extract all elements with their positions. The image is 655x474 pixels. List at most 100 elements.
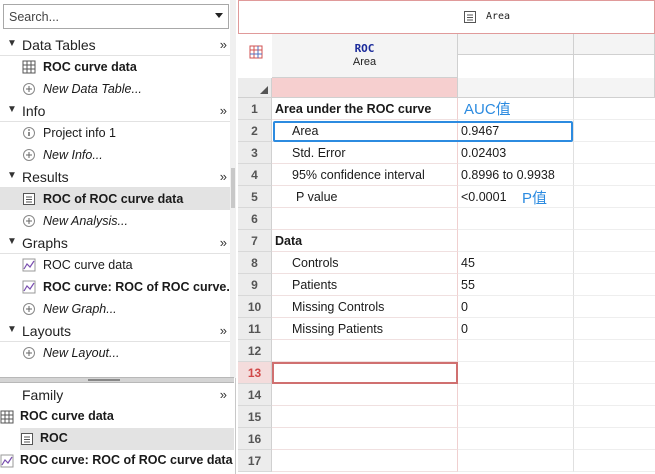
row-number[interactable]: 9 [238,274,272,296]
search-input[interactable] [4,5,204,28]
cell-value[interactable]: 0.02403 [458,142,574,164]
row-number[interactable]: 12 [238,340,272,362]
cell-value[interactable] [458,384,574,406]
nav-item-graph-roc-curve[interactable]: ROC curve: ROC of ROC curve... [0,276,237,298]
nav-item-graph-roc-curve-data[interactable]: ROC curve data [0,254,230,276]
cell-empty[interactable] [574,164,655,186]
cell-value[interactable]: 0 [458,318,574,340]
cell-label[interactable] [272,208,458,230]
nav-item-new-layout[interactable]: New Layout... [0,342,230,364]
row-number[interactable]: 6 [238,208,272,230]
row-number[interactable]: 7 [238,230,272,252]
search-box[interactable] [3,4,229,29]
cell-label[interactable]: Controls [272,252,458,274]
column-subheader-selected[interactable] [272,78,458,98]
cell-label[interactable] [272,384,458,406]
expand-more-icon[interactable]: » [220,169,227,184]
section-header-results[interactable]: ▼ Results » [0,166,230,188]
row-number[interactable]: 1 [238,98,272,120]
row-number[interactable]: 5 [238,186,272,208]
row-number[interactable]: 8 [238,252,272,274]
cell-value[interactable] [458,450,574,472]
column-subheader[interactable] [574,78,655,98]
collapse-triangle-icon[interactable]: ▼ [7,236,17,247]
column-header-roc[interactable]: ROC Area [272,34,458,78]
collapse-triangle-icon[interactable]: ▼ [7,170,17,181]
collapse-triangle-icon[interactable]: ▼ [7,324,17,335]
cell-empty[interactable] [574,186,655,208]
cell-value[interactable] [458,230,574,252]
row-number[interactable]: 4 [238,164,272,186]
nav-item-new-data-table[interactable]: New Data Table... [0,78,230,100]
cell-empty[interactable] [574,428,655,450]
nav-item-new-info[interactable]: New Info... [0,144,230,166]
panel-splitter[interactable] [0,377,234,383]
cell-value[interactable] [458,362,574,384]
expand-more-icon[interactable]: » [220,387,227,402]
cell-value[interactable] [458,340,574,362]
section-header-data-tables[interactable]: ▼ Data Tables » [0,34,230,56]
cell-empty[interactable] [574,208,655,230]
row-number[interactable]: 14 [238,384,272,406]
cell-value[interactable]: 45 [458,252,574,274]
cell-empty[interactable] [574,340,655,362]
cell-label[interactable]: Std. Error [272,142,458,164]
row-number[interactable]: 10 [238,296,272,318]
cell-label[interactable]: P value [272,186,458,208]
scrollbar-thumb[interactable] [231,168,235,208]
sheet-tab-title[interactable]: Area [486,11,510,22]
table-corner-icon[interactable] [249,45,263,59]
cell-value[interactable]: 0.8996 to 0.9938 [458,164,574,186]
column-subheader[interactable] [458,78,574,98]
row-number[interactable]: 11 [238,318,272,340]
row-number[interactable]: 17 [238,450,272,472]
expand-more-icon[interactable]: » [220,323,227,338]
cell-empty[interactable] [574,252,655,274]
cell-label[interactable]: Missing Controls [272,296,458,318]
collapse-triangle-icon[interactable]: ▼ [7,38,17,49]
cell-empty[interactable] [574,296,655,318]
nav-item-project-info-1[interactable]: Project info 1 [0,122,230,144]
cell-label[interactable] [272,428,458,450]
cell-empty[interactable] [574,230,655,252]
cell-label[interactable]: Missing Patients [272,318,458,340]
cell-empty[interactable] [574,318,655,340]
nav-item-new-graph[interactable]: New Graph... [0,298,230,320]
cell-label[interactable]: Patients [272,274,458,296]
row-number[interactable]: 15 [238,406,272,428]
cell-empty[interactable] [574,142,655,164]
cell-label[interactable]: Area under the ROC curve [272,98,458,120]
cell-empty[interactable] [574,384,655,406]
cell-empty[interactable] [574,98,655,120]
cell-label[interactable] [272,450,458,472]
select-all-corner[interactable] [238,78,272,98]
cell-label[interactable] [272,340,458,362]
cell-value[interactable] [458,406,574,428]
cell-empty[interactable] [574,120,655,142]
row-number[interactable]: 13 [238,362,272,384]
cell-label[interactable]: 95% confidence interval [272,164,458,186]
cell-value[interactable]: 0 [458,296,574,318]
row-number[interactable]: 16 [238,428,272,450]
search-dropdown-arrow-icon[interactable] [215,13,223,18]
nav-item-roc-of-roc-curve-data[interactable]: ROC of ROC curve data [0,188,230,210]
column-header-empty[interactable] [574,34,655,78]
expand-more-icon[interactable]: » [220,103,227,118]
cell-label[interactable] [272,406,458,428]
cell-value[interactable]: <0.0001 [458,186,574,208]
row-number[interactable]: 2 [238,120,272,142]
section-header-layouts[interactable]: ▼ Layouts » [0,320,230,342]
column-header-empty[interactable] [458,34,574,78]
nav-item-new-analysis[interactable]: New Analysis... [0,210,230,232]
expand-more-icon[interactable]: » [220,37,227,52]
cell-value[interactable] [458,428,574,450]
nav-item-roc-curve-data[interactable]: ROC curve data [0,56,230,78]
cell-empty[interactable] [574,406,655,428]
cell-value[interactable]: 55 [458,274,574,296]
cell-empty[interactable] [574,274,655,296]
cell-empty[interactable] [574,362,655,384]
expand-more-icon[interactable]: » [220,235,227,250]
family-item-roc[interactable]: ROC [20,428,234,450]
collapse-triangle-icon[interactable]: ▼ [7,104,17,115]
section-header-graphs[interactable]: ▼ Graphs » [0,232,230,254]
